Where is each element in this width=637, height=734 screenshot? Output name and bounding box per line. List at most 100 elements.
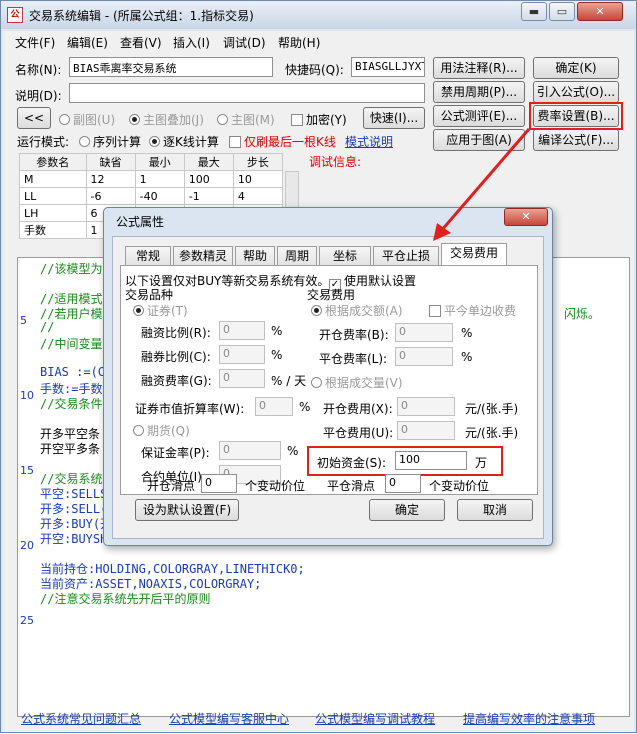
params-header: 缺省 <box>85 153 136 171</box>
encrypt-checkbox[interactable]: 加密(Y) <box>291 111 347 128</box>
close-slip-input[interactable]: 0 <box>385 474 421 493</box>
open-slip-label: 开仓滑点 <box>147 479 196 493</box>
close-fee-input[interactable]: 0 <box>397 421 455 440</box>
tab-stop-loss[interactable]: 平仓止损 <box>373 246 439 265</box>
name-input[interactable]: BIAS乖离率交易系统 <box>69 57 273 77</box>
param-cell[interactable]: -40 <box>134 187 185 205</box>
link-formula-service[interactable]: 公式模型编写客服中心 <box>169 710 289 727</box>
name-label: 名称(N): <box>15 63 62 77</box>
margin-rate-input[interactable]: 0 <box>219 369 265 388</box>
minimize-button[interactable]: ▬ <box>521 2 547 21</box>
margin-ratio-input[interactable]: 0 <box>219 321 265 340</box>
params-header: 最小 <box>134 153 185 171</box>
margin-rate-label: 融资费率(G): <box>141 374 212 388</box>
radio-sequence-calc[interactable]: 序列计算 <box>79 133 141 150</box>
table-row[interactable]: M 12 1 100 10 <box>19 170 284 188</box>
variety-group-label: 交易品种 <box>125 288 174 302</box>
import-formula-button[interactable]: 引入公式(O)... <box>533 81 619 103</box>
line-number: 25 <box>20 614 34 627</box>
open-rate-label: 开仓费率(B): <box>319 328 389 342</box>
disable-period-button[interactable]: 禁用周期(P)... <box>433 81 525 103</box>
param-cell[interactable]: 10 <box>232 170 284 188</box>
trade-fee-panel: 以下设置仅对BUY等新交易系统有效。 ✓ 使用默认设置 交易品种 证券(T) 融资… <box>120 265 538 495</box>
param-cell[interactable]: -6 <box>85 187 136 205</box>
menu-file[interactable]: 文件(F) <box>15 34 55 51</box>
tab-period[interactable]: 周期 <box>277 246 317 265</box>
tab-param-wizard[interactable]: 参数精灵 <box>173 246 233 265</box>
short-ratio-input[interactable]: 0 <box>219 345 265 364</box>
param-cell[interactable]: 12 <box>85 170 136 188</box>
open-fee-input[interactable]: 0 <box>397 397 455 416</box>
radio-by-volume[interactable]: 根据成交量(V) <box>311 374 403 391</box>
param-cell[interactable]: LL <box>19 187 87 205</box>
tab-general[interactable]: 常规 <box>125 246 171 265</box>
tab-axis[interactable]: 坐标 <box>319 246 371 265</box>
close-rate-input[interactable]: 0 <box>395 347 453 366</box>
menu-debug[interactable]: 调试(D) <box>223 34 266 51</box>
param-cell[interactable]: M <box>19 170 87 188</box>
menu-help[interactable]: 帮助(H) <box>278 34 320 51</box>
params-header: 步长 <box>232 153 284 171</box>
set-default-button[interactable]: 设为默认设置(F) <box>135 499 239 521</box>
line-number: 15 <box>20 464 34 477</box>
description-input[interactable] <box>69 83 425 103</box>
percent-unit: % <box>461 326 473 340</box>
shortcut-label: 快捷码(Q): <box>285 63 344 77</box>
radio-stock[interactable]: 证券(T) <box>133 302 188 319</box>
close-button[interactable]: ✕ <box>577 2 623 21</box>
code-line: //注意交易系统先开后平的原则 <box>40 592 211 606</box>
radio-futures[interactable]: 期货(Q) <box>133 422 190 439</box>
params-header: 参数名 <box>19 153 87 171</box>
param-cell[interactable]: -1 <box>183 187 234 205</box>
open-slip-input[interactable]: 0 <box>201 474 237 493</box>
radio-tick-calc[interactable]: 逐K线计算 <box>149 133 219 150</box>
open-rate-input[interactable]: 0 <box>395 323 453 342</box>
usage-note-button[interactable]: 用法注释(R)... <box>433 57 525 79</box>
dialog-cancel-button[interactable]: 取消 <box>457 499 533 521</box>
radio-main-overlay[interactable]: 主图叠加(J) <box>129 111 204 128</box>
code-line: 开空:BUYSH <box>40 532 108 546</box>
menu-insert[interactable]: 插入(I) <box>173 34 210 51</box>
radio-by-amount[interactable]: 根据成交额(A) <box>311 302 403 319</box>
apply-to-chart-button[interactable]: 应用于图(A) <box>433 129 525 151</box>
tab-trade-fee[interactable]: 交易费用 <box>441 243 507 266</box>
init-capital-input[interactable]: 100 <box>395 451 467 470</box>
compile-formula-button[interactable]: 编译公式(F)... <box>533 129 619 151</box>
maximize-button[interactable]: ▭ <box>549 2 575 21</box>
tick-unit-label: 个变动价位 <box>245 479 306 493</box>
param-cell[interactable]: 手数 <box>19 221 87 239</box>
param-cell[interactable]: LH <box>19 204 87 222</box>
window-title: 交易系统编辑 - (所属公式组：1.指标交易) <box>29 9 254 23</box>
line-number: 20 <box>20 539 34 552</box>
param-cell[interactable]: 100 <box>183 170 234 188</box>
tab-help[interactable]: 帮助 <box>235 246 275 265</box>
code-line: //中间变量 <box>40 337 103 351</box>
percent-per-day-unit: % / 天 <box>271 374 307 388</box>
mode-description-link[interactable]: 模式说明 <box>345 133 393 150</box>
ok-button[interactable]: 确定(K) <box>533 57 619 79</box>
shortcut-input[interactable]: BIASGLLJYXT <box>351 57 425 77</box>
only-last-bar-checkbox[interactable]: 仅刷最后一根K线 <box>229 133 336 150</box>
link-efficiency-tips[interactable]: 提高编写效率的注意事项 <box>463 710 595 727</box>
table-row[interactable]: LL -6 -40 -1 4 <box>19 187 284 205</box>
fast-button[interactable]: 快速(I)... <box>363 107 425 129</box>
collapse-button[interactable]: << <box>17 107 51 129</box>
menu-view[interactable]: 查看(V) <box>120 34 162 51</box>
link-formula-faq[interactable]: 公式系统常见问题汇总 <box>21 710 141 727</box>
dialog-ok-button[interactable]: 确定 <box>369 499 445 521</box>
radio-subchart[interactable]: 副图(U) <box>59 111 115 128</box>
params-header: 最大 <box>183 153 234 171</box>
radio-main[interactable]: 主图(M) <box>217 111 275 128</box>
link-formula-tutorial[interactable]: 公式模型编写调试教程 <box>315 710 435 727</box>
formula-eval-button[interactable]: 公式测评(E)... <box>433 105 525 127</box>
menu-edit[interactable]: 编辑(E) <box>67 34 108 51</box>
param-cell[interactable]: 1 <box>134 170 185 188</box>
market-ratio-label: 证券市值折算率(W): <box>135 402 245 416</box>
deposit-rate-input[interactable]: 0 <box>219 441 281 460</box>
dialog-close-button[interactable]: ✕ <box>504 208 548 226</box>
percent-unit: % <box>461 350 473 364</box>
market-ratio-input[interactable]: 0 <box>255 397 293 416</box>
oneside-fee-checkbox[interactable]: 平今单边收费 <box>429 302 516 319</box>
param-cell[interactable]: 4 <box>232 187 284 205</box>
open-fee-label: 开仓费用(X): <box>323 402 393 416</box>
